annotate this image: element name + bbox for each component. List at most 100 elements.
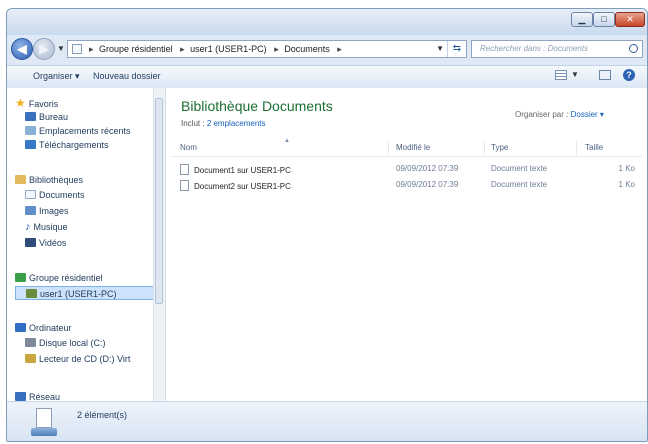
arrange-by-dropdown[interactable]: Dossier ▾ [571,110,604,119]
address-bar[interactable]: ▸ Groupe résidentiel ▸ user1 (USER1-PC) … [67,40,467,58]
sidebar-item-user1[interactable]: user1 (USER1-PC) [15,286,155,300]
breadcrumb-user[interactable]: user1 (USER1-PC) [190,44,267,54]
text-file-icon [180,180,189,191]
breadcrumb-homegroup[interactable]: Groupe résidentiel [99,44,173,54]
title-bar: ▁ □ ✕ [7,9,647,35]
arrange-by: Organiser par : Dossier ▾ [515,110,604,119]
sidebar-heading-computer[interactable]: Ordinateur [15,321,72,335]
library-status-icon [31,406,57,436]
back-button[interactable]: ◀ [11,38,33,60]
libraries-label: Bibliothèques [29,175,84,185]
forward-button[interactable]: ▶ [33,38,55,60]
videos-icon [25,238,36,247]
sidebar-item-label: Téléchargements [39,140,109,150]
organize-button[interactable]: Organiser ▾ [33,71,80,82]
file-list-pane: Bibliothèque Documents Inclut : 2 emplac… [166,88,647,401]
cd-drive-icon [25,354,36,363]
chevron-right-icon: ▸ [337,44,342,54]
search-input[interactable]: Rechercher dans : Documents [471,40,643,58]
file-name[interactable]: Document1 sur USER1-PC [180,164,291,175]
address-dropdown-icon[interactable]: ▼ [436,44,444,53]
disk-icon [25,338,36,347]
file-modified: 09/09/2012 07:39 [396,164,459,173]
column-divider[interactable] [388,141,389,155]
sidebar-scrollbar[interactable] [153,88,165,401]
explorer-window: ▁ □ ✕ ◀ ▶ ▼ ▸ Groupe résidentiel ▸ user1… [6,8,648,442]
command-bar: Organiser ▾ Nouveau dossier ▼ ? [7,65,647,89]
new-folder-button[interactable]: Nouveau dossier [93,71,161,81]
sidebar-item-local-disk[interactable]: Disque local (C:) [25,336,106,350]
column-header-size[interactable]: Taille [585,143,603,152]
maximize-button[interactable]: □ [593,12,615,27]
navigation-pane: ★ Favoris Bureau Emplacements récents Tél… [7,88,166,401]
table-row[interactable]: Document1 sur USER1-PC 09/09/2012 07:39 … [180,162,640,178]
column-divider[interactable] [576,141,577,155]
computer-icon [15,323,26,332]
sidebar-item-videos[interactable]: Vidéos [25,236,66,250]
sidebar-item-label: user1 (USER1-PC) [40,289,117,299]
file-type: Document texte [491,180,548,189]
sidebar-heading-network[interactable]: Réseau [15,390,60,401]
sidebar-item-label: Images [39,206,69,216]
recent-places-icon [25,126,36,135]
arrange-by-label: Organiser par : [515,110,569,119]
sidebar-item-documents[interactable]: Documents [25,188,85,202]
file-size: 1 Ko [618,164,635,173]
sidebar-item-label: Musique [33,222,68,232]
sidebar-item-downloads[interactable]: Téléchargements [25,138,109,152]
minimize-button[interactable]: ▁ [571,12,593,27]
sidebar-item-label: Bureau [39,112,69,122]
help-icon[interactable]: ? [623,69,635,81]
scrollbar-thumb[interactable] [155,98,163,304]
chevron-right-icon: ▸ [89,44,94,54]
search-placeholder: Rechercher dans : Documents [480,44,589,53]
change-view-icon[interactable] [555,70,567,80]
column-divider[interactable] [484,141,485,155]
history-dropdown-icon[interactable]: ▼ [57,44,65,53]
library-includes: Inclut : 2 emplacements [181,119,266,128]
downloads-icon [25,140,36,149]
sidebar-item-music[interactable]: ♪ Musique [25,220,68,234]
computer-label: Ordinateur [29,323,72,333]
column-header-type[interactable]: Type [491,143,508,152]
includes-label: Inclut : [181,119,205,128]
sidebar-item-label: Lecteur de CD (D:) Virt [39,354,131,364]
sort-arrow-icon: ▲ [284,138,290,144]
chevron-right-icon: ▸ [180,44,185,54]
column-header-modified[interactable]: Modifié le [396,143,430,152]
sidebar-item-images[interactable]: Images [25,204,69,218]
network-label: Réseau [29,392,61,401]
preview-pane-icon[interactable] [599,70,611,80]
sidebar-heading-homegroup[interactable]: Groupe résidentiel [15,271,103,285]
status-bar: 2 élément(s) [7,401,647,441]
search-icon[interactable] [629,44,638,53]
desktop-icon [25,112,36,121]
sidebar-item-label: Disque local (C:) [39,338,106,348]
music-icon: ♪ [25,221,31,233]
chevron-right-icon: ▸ [274,44,279,54]
favorites-label: Favoris [28,99,59,109]
view-dropdown-icon[interactable]: ▼ [571,70,579,79]
refresh-icon[interactable]: ⇆ [447,41,466,57]
sidebar-item-recent-places[interactable]: Emplacements récents [25,124,131,138]
images-icon [25,206,36,215]
locations-link[interactable]: 2 emplacements [207,119,266,128]
page-title: Bibliothèque Documents [181,98,333,114]
sidebar-item-bureau[interactable]: Bureau [25,110,68,124]
column-header-name[interactable]: Nom [180,143,197,152]
sidebar-item-cd-drive[interactable]: Lecteur de CD (D:) Virt [25,352,130,366]
file-size: 1 Ko [618,180,635,189]
file-name[interactable]: Document2 sur USER1-PC [180,180,291,191]
documents-icon [25,190,36,199]
sidebar-heading-libraries[interactable]: Bibliothèques [15,173,83,187]
table-row[interactable]: Document2 sur USER1-PC 09/09/2012 07:39 … [180,178,640,194]
network-icon [15,392,26,401]
close-button[interactable]: ✕ [615,12,645,27]
file-name-text: Document1 sur USER1-PC [194,166,291,175]
base-shape [31,428,57,436]
file-name-text: Document2 sur USER1-PC [194,182,291,191]
sidebar-item-label: Documents [39,190,85,200]
breadcrumb-documents[interactable]: Documents [284,44,330,54]
sidebar-heading-favorites[interactable]: ★ Favoris [15,96,58,110]
navigation-bar: ◀ ▶ ▼ ▸ Groupe résidentiel ▸ user1 (USER… [7,35,647,65]
